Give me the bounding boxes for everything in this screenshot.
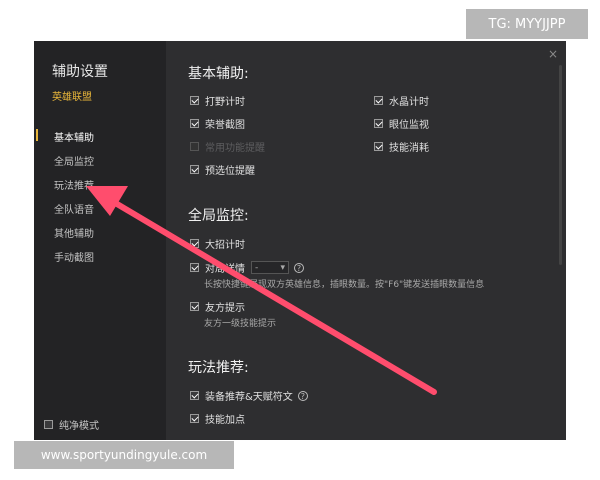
arrow-shaft — [109, 198, 437, 395]
annotation-arrow — [86, 186, 437, 395]
arrow-head — [86, 186, 128, 216]
watermark-bottom: www.sportyundingyule.com — [14, 441, 234, 469]
